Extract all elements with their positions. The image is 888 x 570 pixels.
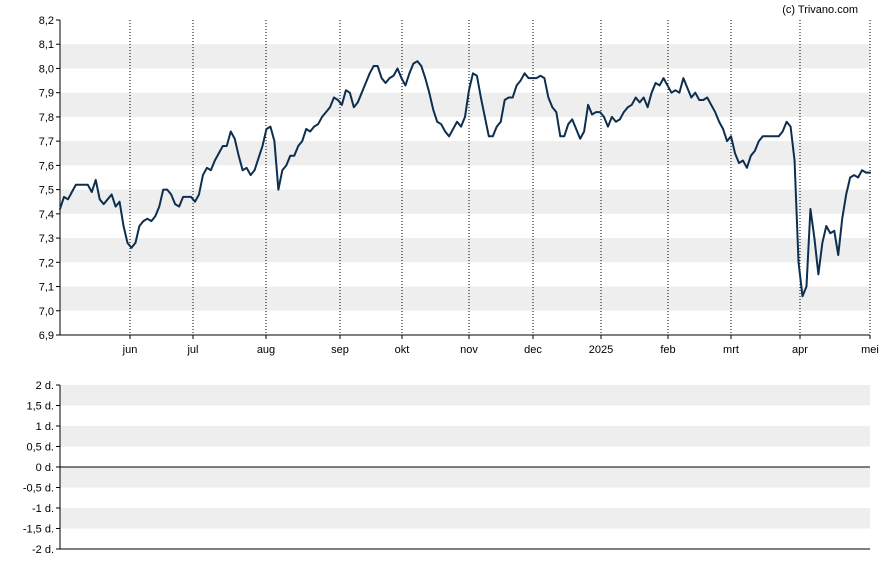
y-tick-label: 7,6 <box>39 160 54 172</box>
main-chart-band <box>60 238 870 263</box>
y-tick-label: 7,1 <box>39 282 54 294</box>
y-tick-label: 8,2 <box>39 15 54 27</box>
x-tick-label: 2025 <box>589 344 613 356</box>
sub-chart-band <box>60 467 870 488</box>
x-tick-label: jul <box>186 344 198 356</box>
sub-chart-band <box>60 508 870 529</box>
y-tick-label: 6,9 <box>39 330 54 342</box>
y-tick-label: 7,4 <box>39 209 54 221</box>
y-tick-label: 7,7 <box>39 136 54 148</box>
main-chart-x-ticks: jun jul aug sep okt nov dec 2025 feb mrt apr mei <box>122 335 879 356</box>
sub-y-tick-label: 0,5 d. <box>26 442 54 454</box>
y-tick-label: 8,0 <box>39 63 54 75</box>
y-tick-label: 7,0 <box>39 306 54 318</box>
sub-y-tick-label: -1,5 d. <box>23 524 54 536</box>
x-tick-label: mrt <box>723 344 739 356</box>
x-tick-label: okt <box>395 344 410 356</box>
x-tick-label: feb <box>660 344 675 356</box>
sub-chart-band <box>60 426 870 447</box>
sub-y-tick-label: -2 d. <box>32 544 54 556</box>
sub-y-tick-label: 1 d. <box>36 421 54 433</box>
chart-svg: 6,9 7,0 7,1 7,2 7,3 7,4 7,5 7,6 7,7 7,8 7,9 8,0 8,1 8… <box>23 4 879 556</box>
x-tick-label: mei <box>861 344 879 356</box>
sub-y-tick-label: 2 d. <box>36 380 54 392</box>
main-chart-band <box>60 286 870 311</box>
main-chart-band <box>60 44 870 69</box>
y-tick-label: 7,2 <box>39 257 54 269</box>
x-tick-label: aug <box>257 344 275 356</box>
chart-root: 6,9 7,0 7,1 7,2 7,3 7,4 7,5 7,6 7,7 7,8 7,9 8,0 8,1 8… <box>0 0 888 565</box>
x-tick-label: dec <box>524 344 542 356</box>
watermark-text: (c) Trivano.com <box>782 4 858 16</box>
y-tick-label: 7,8 <box>39 112 54 124</box>
x-tick-label: nov <box>460 344 478 356</box>
sub-chart-bands <box>60 385 870 529</box>
y-tick-label: 7,5 <box>39 185 54 197</box>
y-tick-label: 7,9 <box>39 88 54 100</box>
x-tick-label: sep <box>331 344 349 356</box>
main-chart-y-ticks: 6,9 7,0 7,1 7,2 7,3 7,4 7,5 7,6 7,7 7,8 7,9 8,0 8,1 8… <box>39 15 60 342</box>
sub-y-tick-label: 0 d. <box>36 462 54 474</box>
sub-chart-y-ticks: 2 d. 1,5 d. 1 d. 0,5 d. 0 d. -0,5 d. -1 d. -1,5… <box>23 380 60 556</box>
x-tick-label: jun <box>122 344 138 356</box>
y-tick-label: 7,3 <box>39 233 54 245</box>
y-tick-label: 8,1 <box>39 39 54 51</box>
sub-y-tick-label: 1,5 d. <box>26 401 54 413</box>
sub-y-tick-label: -1 d. <box>32 503 54 515</box>
main-chart-bands <box>60 44 870 311</box>
sub-y-tick-label: -0,5 d. <box>23 483 54 495</box>
x-tick-label: apr <box>792 344 808 356</box>
sub-chart-band <box>60 385 870 406</box>
